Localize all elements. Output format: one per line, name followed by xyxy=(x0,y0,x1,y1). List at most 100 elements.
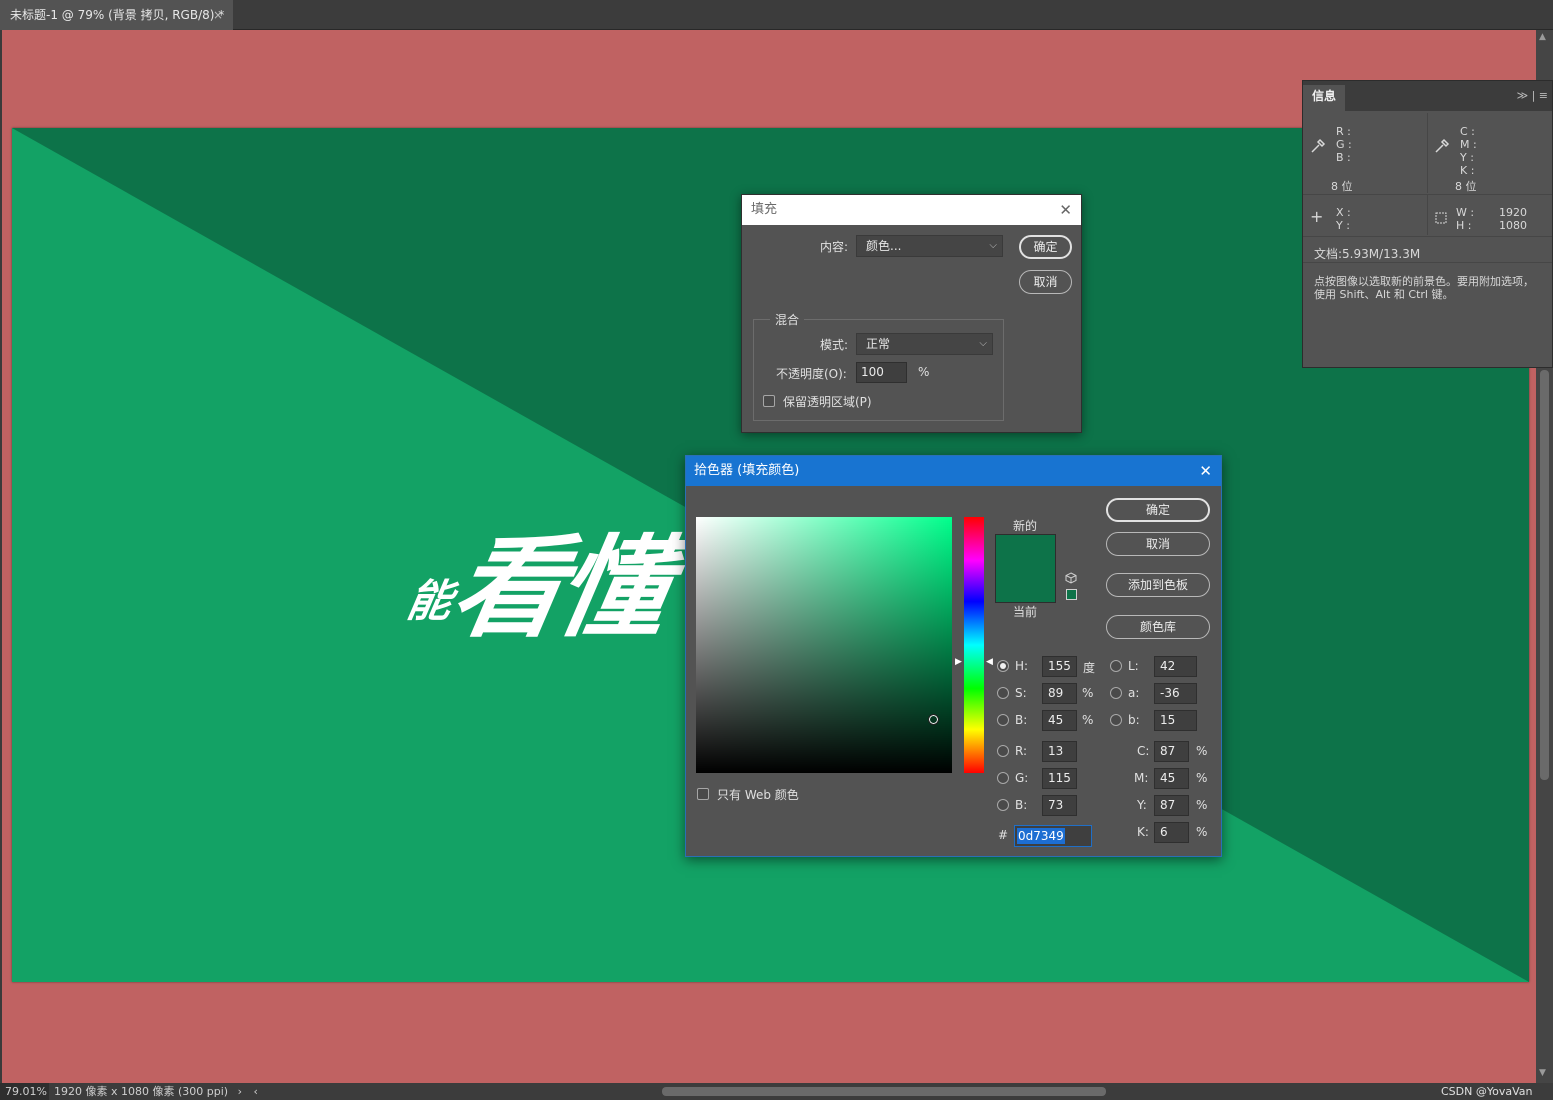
wh-labels: W : H : xyxy=(1456,206,1475,232)
bit-depth-left: 8 位 xyxy=(1331,180,1353,193)
web-safe-color-swatch-icon[interactable] xyxy=(1066,589,1077,600)
brightness-input[interactable]: 45 xyxy=(1042,710,1077,731)
blue-input[interactable]: 73 xyxy=(1042,795,1077,816)
blue-label: B: xyxy=(1015,798,1028,812)
close-icon[interactable]: ✕ xyxy=(1199,456,1212,486)
add-to-swatches-button[interactable]: 添加到色板 xyxy=(1106,573,1210,597)
info-hint-text: 点按图像以选取新的前景色。要用附加选项，使用 Shift、Alt 和 Ctrl … xyxy=(1314,275,1534,301)
cyan-input[interactable]: 87 xyxy=(1154,741,1189,762)
width-value: 1920 xyxy=(1499,206,1527,219)
picker-cancel-button[interactable]: 取消 xyxy=(1106,532,1210,556)
opacity-unit: % xyxy=(918,365,930,379)
gamut-warning-cube-icon[interactable] xyxy=(1065,572,1077,584)
opacity-label: 不透明度(O): xyxy=(776,367,847,381)
picker-ok-button[interactable]: 确定 xyxy=(1106,498,1210,522)
hex-input[interactable]: 0d7349 xyxy=(1014,825,1092,847)
brightness-label: B: xyxy=(1015,713,1028,727)
lab-a-input[interactable]: -36 xyxy=(1154,683,1197,704)
brightness-radio[interactable] xyxy=(997,714,1009,726)
red-radio[interactable] xyxy=(997,745,1009,757)
info-divider xyxy=(1427,195,1428,235)
red-label: R: xyxy=(1015,744,1028,758)
lab-a-label: a: xyxy=(1128,686,1140,700)
fill-dialog-titlebar[interactable]: 填充 ✕ xyxy=(742,195,1081,225)
status-menu-arrow-icon[interactable]: › xyxy=(238,1085,242,1098)
saturation-label: S: xyxy=(1015,686,1027,700)
opacity-input[interactable]: 100 xyxy=(856,362,907,383)
lab-a-radio[interactable] xyxy=(1110,687,1122,699)
color-picker-titlebar[interactable]: 拾色器 (填充颜色) ✕ xyxy=(686,456,1221,486)
brightness-unit: % xyxy=(1082,713,1094,727)
info-divider xyxy=(1303,236,1552,237)
lab-l-radio[interactable] xyxy=(1110,660,1122,672)
height-value: 1080 xyxy=(1499,219,1527,232)
lab-b-radio[interactable] xyxy=(1110,714,1122,726)
content-dropdown[interactable]: 颜色... ⌵ xyxy=(856,235,1003,257)
black-unit: % xyxy=(1196,825,1208,839)
document-size-text: 1920 像素 x 1080 像素 (300 ppi) xyxy=(54,1085,229,1098)
info-panel-tab[interactable]: 信息 xyxy=(1303,85,1345,111)
scroll-up-arrow-icon[interactable]: ▲ xyxy=(1539,32,1546,42)
zoom-level[interactable]: 79.01% xyxy=(0,1083,49,1100)
lab-b-input[interactable]: 15 xyxy=(1154,710,1197,731)
color-picker-title: 拾色器 (填充颜色) xyxy=(694,463,800,478)
web-colors-only-checkbox[interactable] xyxy=(697,788,709,800)
document-tab-bar: 未标题-1 @ 79% (背景 拷贝, RGB/8) * × xyxy=(0,0,1553,30)
fill-ok-button[interactable]: 确定 xyxy=(1019,235,1072,259)
hue-slider[interactable] xyxy=(964,517,984,773)
current-color-label: 当前 xyxy=(1013,605,1038,619)
green-radio[interactable] xyxy=(997,772,1009,784)
hue-slider-right-arrow-icon[interactable]: ◀ xyxy=(986,657,993,667)
color-libraries-button[interactable]: 颜色库 xyxy=(1106,615,1210,639)
info-panel: 信息 ≫ | ≡ R : G : B : 8 位 C : M : Y : K :… xyxy=(1302,80,1553,368)
green-input[interactable]: 115 xyxy=(1042,768,1077,789)
hue-slider-left-arrow-icon[interactable]: ▶ xyxy=(955,657,962,667)
panel-menu-icon[interactable]: ≫ | ≡ xyxy=(1517,89,1548,102)
web-colors-only-label[interactable]: 只有 Web 颜色 xyxy=(717,786,799,803)
magenta-input[interactable]: 45 xyxy=(1154,768,1189,789)
xy-labels: X : Y : xyxy=(1336,206,1351,232)
close-icon[interactable]: ✕ xyxy=(1059,195,1072,225)
info-divider xyxy=(1427,113,1428,193)
blend-group-label: 混合 xyxy=(770,311,805,328)
canvas-headline-text: 能看懂 xyxy=(398,498,678,658)
saturation-input[interactable]: 89 xyxy=(1042,683,1077,704)
preserve-transparency-checkbox[interactable] xyxy=(763,395,775,407)
crosshair-icon: + xyxy=(1310,207,1324,226)
eyedropper-icon xyxy=(1435,138,1450,153)
hue-unit: 度 xyxy=(1083,661,1096,675)
close-tab-icon[interactable]: × xyxy=(213,0,223,30)
hue-input[interactable]: 155 xyxy=(1042,656,1077,677)
rgb-labels: R : G : B : xyxy=(1336,125,1352,164)
scroll-left-arrow-icon[interactable]: ‹ xyxy=(253,1085,257,1098)
black-input[interactable]: 6 xyxy=(1154,822,1189,843)
cyan-unit: % xyxy=(1196,744,1208,758)
scroll-down-arrow-icon[interactable]: ▼ xyxy=(1539,1068,1546,1078)
document-tab[interactable]: 未标题-1 @ 79% (背景 拷贝, RGB/8) * × xyxy=(0,0,233,30)
watermark: CSDN @YovaVan xyxy=(1441,1085,1533,1098)
bit-depth-right: 8 位 xyxy=(1455,180,1477,193)
horizontal-scroll-thumb[interactable] xyxy=(662,1087,1106,1096)
saturation-brightness-field[interactable] xyxy=(696,517,952,773)
hue-radio[interactable] xyxy=(997,660,1009,672)
green-label: G: xyxy=(1015,771,1029,785)
info-panel-tab-row: 信息 ≫ | ≡ xyxy=(1303,81,1552,111)
color-field-marker[interactable] xyxy=(928,714,939,725)
yellow-label: Y: xyxy=(1137,798,1147,812)
blue-radio[interactable] xyxy=(997,799,1009,811)
magenta-label: M: xyxy=(1134,771,1149,785)
vertical-scroll-thumb[interactable] xyxy=(1540,370,1549,780)
yellow-input[interactable]: 87 xyxy=(1154,795,1189,816)
document-size-info[interactable]: 1920 像素 x 1080 像素 (300 ppi) › ‹ xyxy=(54,1083,258,1100)
fill-cancel-button[interactable]: 取消 xyxy=(1019,270,1072,294)
fill-dialog: 填充 ✕ 内容: 颜色... ⌵ 确定 取消 混合 模式: 正常 ⌵ 不透明度(… xyxy=(741,194,1082,433)
current-color-swatch[interactable] xyxy=(995,569,1056,603)
mode-dropdown[interactable]: 正常 ⌵ xyxy=(856,333,993,355)
preserve-transparency-label[interactable]: 保留透明区域(P) xyxy=(783,393,872,410)
info-divider xyxy=(1303,262,1552,263)
lab-l-input[interactable]: 42 xyxy=(1154,656,1197,677)
saturation-unit: % xyxy=(1082,686,1094,700)
saturation-radio[interactable] xyxy=(997,687,1009,699)
fill-dialog-title: 填充 xyxy=(751,202,778,217)
red-input[interactable]: 13 xyxy=(1042,741,1077,762)
